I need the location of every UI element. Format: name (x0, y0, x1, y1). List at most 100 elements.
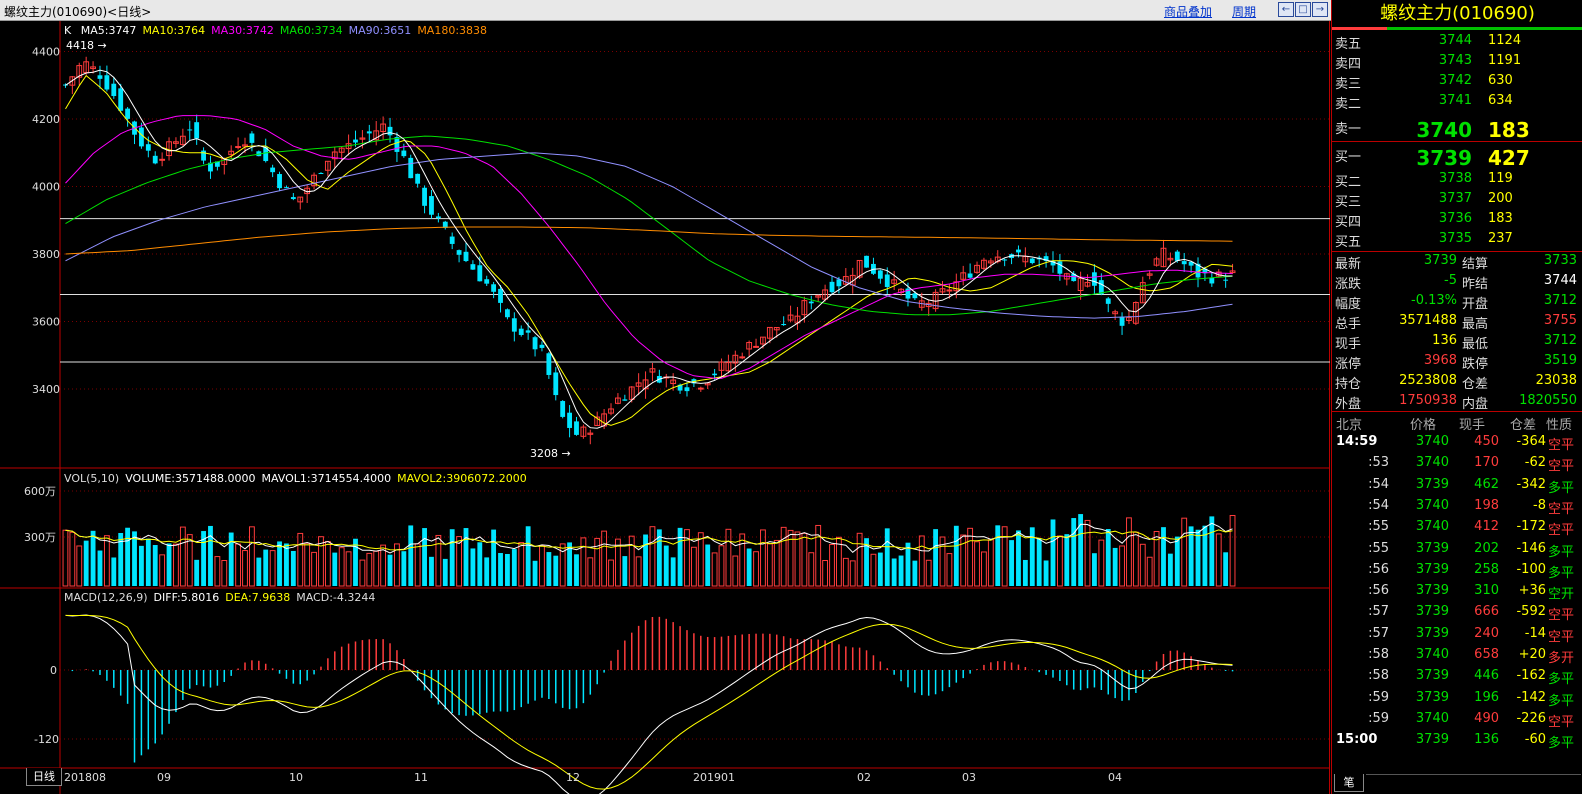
candle-body (159, 158, 166, 161)
volume-bar (97, 550, 103, 586)
stat-row: 幅度 -0.13% 开盘 3712 (1332, 293, 1582, 313)
bid-row-price: 3736 (1438, 211, 1472, 226)
candle-body (1016, 249, 1021, 253)
candle-body (567, 412, 572, 428)
tick-row[interactable]: :58 3740 658 +20 多开 (1332, 647, 1582, 668)
ask-row[interactable]: 卖二 3741 634 (1332, 93, 1582, 113)
chart-area[interactable]: 4400 4200 4000 3800 3600 3400 4418 → 3208 → 600万… (0, 21, 1330, 794)
ask-row[interactable]: 卖一 3740 183 (1332, 118, 1582, 142)
volume-bar (277, 541, 282, 586)
candle-body (456, 250, 462, 255)
tick-tab[interactable]: 笔 (1334, 774, 1364, 792)
volume-bar (711, 552, 718, 587)
macd-legend-item: MACD:-4.3244 (296, 591, 376, 604)
volume-bar (1139, 543, 1146, 587)
volume-bar (856, 532, 863, 587)
tick-row[interactable]: :58 3739 446 -162 多平 (1332, 668, 1582, 689)
tick-oi-change: -226 (1516, 710, 1546, 726)
period-link[interactable]: 周期 (1232, 3, 1256, 20)
tick-time: :55 (1368, 519, 1389, 535)
commodity-overlay-link[interactable]: 商品叠加 (1164, 3, 1212, 20)
volume-bar (103, 535, 110, 587)
tick-oi-change: -364 (1516, 434, 1546, 449)
candle-body (415, 173, 421, 184)
candle-body (739, 356, 746, 359)
volume-bar (380, 544, 387, 587)
volume-bar (1050, 519, 1056, 586)
tick-table-header: 北京 价格 现手 仓差 性质 (1332, 414, 1582, 434)
candle-body (1223, 279, 1229, 281)
bid-row-label: 买四 (1335, 215, 1362, 230)
bid-row[interactable]: 买五 3735 237 (1332, 231, 1582, 251)
tick-time: :58 (1368, 647, 1389, 662)
ask-row-label: 卖四 (1335, 57, 1362, 72)
ask-row[interactable]: 卖三 3742 630 (1332, 73, 1582, 93)
tick-row[interactable]: :59 3739 196 -142 多平 (1332, 690, 1582, 711)
candle-body (277, 174, 282, 189)
candle-body (1057, 261, 1063, 274)
tick-row[interactable]: 14:59 3740 450 -364 空平 (1332, 434, 1582, 455)
volume-bar (1001, 526, 1008, 587)
volume-bar (981, 551, 987, 587)
bid-row[interactable]: 买三 3737 200 (1332, 191, 1582, 211)
candle-body (553, 372, 559, 396)
tick-row[interactable]: :54 3739 462 -342 多平 (1332, 477, 1582, 498)
tick-row[interactable]: :57 3739 240 -14 空平 (1332, 626, 1582, 647)
volume-bar (463, 528, 469, 586)
window-restore-icon[interactable]: □ (1295, 2, 1311, 17)
tick-row[interactable]: :57 3739 666 -592 空平 (1332, 604, 1582, 625)
volume-bar (794, 531, 801, 587)
candle-body (249, 133, 255, 143)
tick-oi-change: -142 (1516, 689, 1546, 705)
volume-bar (248, 526, 255, 587)
tick-row[interactable]: :55 3739 202 -146 多平 (1332, 541, 1582, 562)
x-axis-label: 12 (566, 771, 580, 784)
volume-bar (338, 547, 345, 587)
volume-bar (870, 553, 877, 587)
volume-bar (822, 559, 829, 587)
volume-bar (235, 543, 242, 587)
tick-time: :58 (1368, 668, 1389, 684)
volume-bar (290, 550, 296, 586)
stat-row: 涨跌 -5 昨结 3744 (1332, 273, 1582, 293)
candle-body (539, 344, 545, 348)
ask-row-volume: 1191 (1488, 53, 1522, 68)
volume-bar (933, 529, 939, 586)
tick-row[interactable]: :56 3739 310 +36 空开 (1332, 583, 1582, 604)
candle-body (697, 387, 704, 390)
tick-row[interactable]: 15:00 3739 136 -60 多平 (1332, 732, 1582, 753)
tick-row[interactable]: :59 3740 490 -226 空平 (1332, 711, 1582, 732)
volume-bar (746, 548, 752, 586)
volume-bar (849, 560, 856, 587)
tick-row[interactable]: :55 3740 412 -172 空平 (1332, 519, 1582, 540)
candle-body (946, 289, 953, 292)
tick-scrollbar[interactable] (1366, 774, 1581, 792)
bid-row-label: 买三 (1335, 195, 1362, 210)
bid-row-label: 买五 (1335, 235, 1362, 250)
ask-row[interactable]: 卖五 3744 1124 (1332, 33, 1582, 53)
volume-bar (139, 545, 144, 586)
volume-bar (725, 528, 732, 587)
volume-bar (228, 532, 234, 586)
kline-chart-svg[interactable]: 4400 4200 4000 3800 3600 3400 4418 → 3208 → 600万… (0, 21, 1330, 794)
ask-row[interactable]: 卖四 3743 1191 (1332, 53, 1582, 73)
tick-nature: 空平 (1548, 608, 1575, 624)
volume-bar (353, 538, 358, 586)
tick-volume: 136 (1474, 732, 1499, 748)
volume-bar (132, 531, 137, 586)
stat-row: 外盘 1750938 内盘 1820550 (1332, 393, 1582, 413)
bid-row[interactable]: 买四 3736 183 (1332, 211, 1582, 231)
candle-body (525, 330, 531, 333)
stat-value: 3712 (1543, 293, 1577, 308)
bid-row[interactable]: 买二 3738 119 (1332, 171, 1582, 191)
quote-title: 螺纹主力(010690) (1380, 3, 1535, 24)
tick-row[interactable]: :56 3739 258 -100 多平 (1332, 562, 1582, 583)
volume-bar (628, 535, 635, 587)
ma-line-ma90 (65, 152, 1233, 319)
tick-row[interactable]: :53 3740 170 -62 空平 (1332, 455, 1582, 476)
tick-row[interactable]: :54 3740 198 -8 空平 (1332, 498, 1582, 519)
period-tab-daily[interactable]: 日线 (26, 768, 62, 786)
bid-row[interactable]: 买一 3739 427 (1332, 146, 1582, 170)
arrow-left-icon[interactable]: ← (1278, 2, 1294, 17)
arrow-right-icon[interactable]: → (1312, 2, 1328, 17)
